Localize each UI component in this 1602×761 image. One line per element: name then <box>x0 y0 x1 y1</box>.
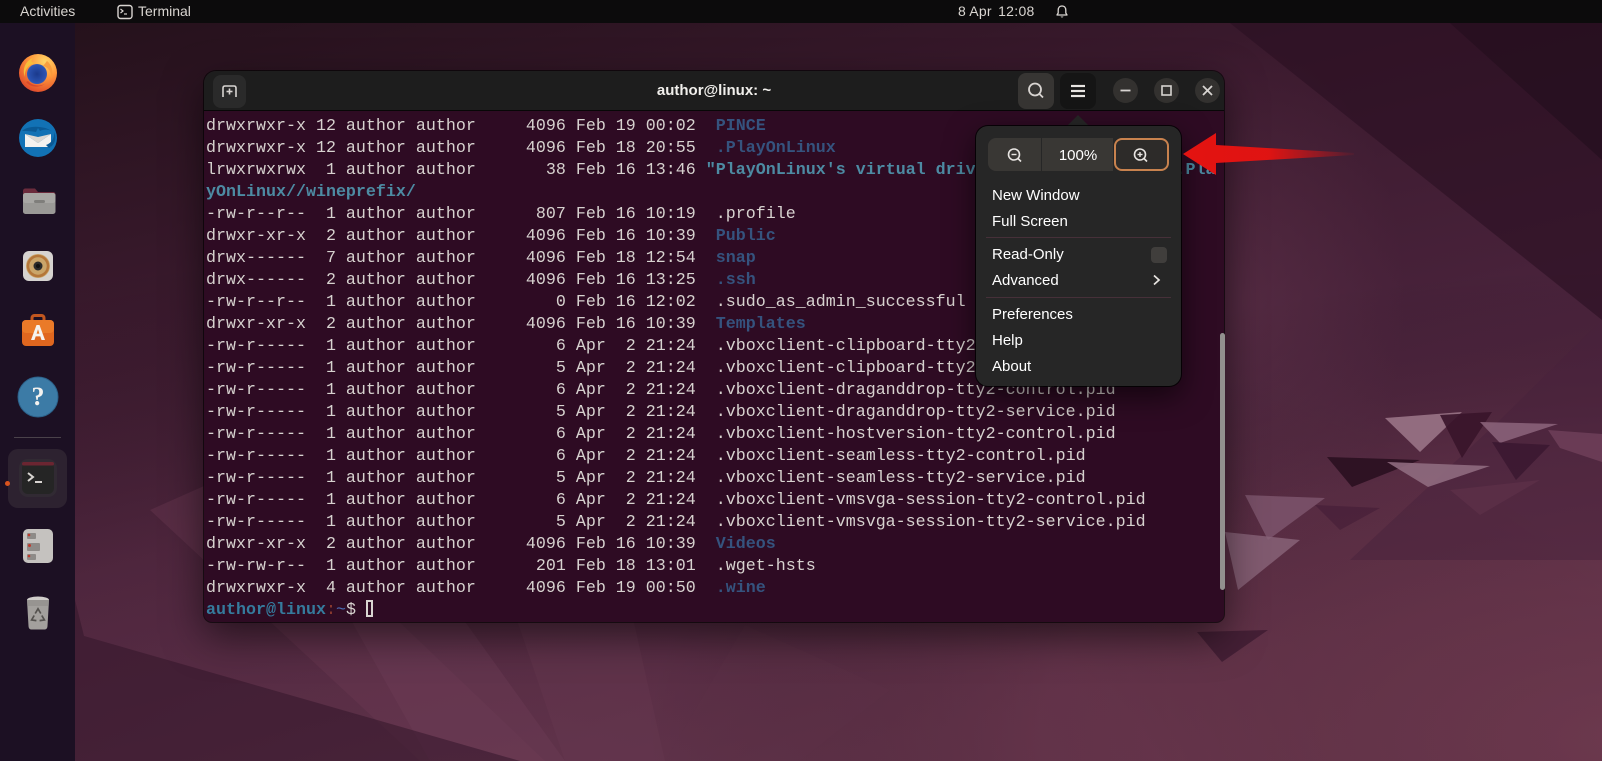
svg-text:100%: 100% <box>1059 147 1097 164</box>
svg-text:?: ? <box>32 382 45 411</box>
